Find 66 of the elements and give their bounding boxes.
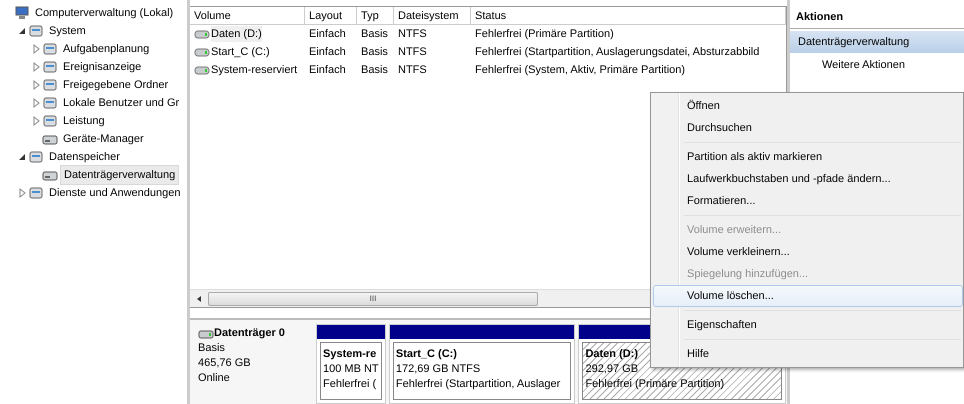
table-cell: Einfach	[309, 46, 346, 58]
volume-name[interactable]: Start_C (C:)	[211, 44, 270, 60]
tree-item[interactable]: Lokale Benutzer und Gr	[60, 94, 182, 112]
grip-marks: III	[370, 292, 376, 304]
menu-item[interactable]: Volume löschen...	[653, 285, 963, 307]
table-cell: Basis	[361, 46, 388, 58]
menu-item[interactable]: Formatieren...	[653, 190, 963, 212]
partition-name: System-re	[323, 347, 376, 362]
table-cell: Basis	[361, 28, 388, 40]
disk-label-panel[interactable]: Datenträger 0 Basis 465,76 GB Online	[190, 320, 314, 404]
menu-item[interactable]: Öffnen	[653, 95, 963, 117]
computer-icon	[14, 5, 30, 21]
column-header[interactable]: Dateisystem	[394, 7, 471, 24]
tree-item[interactable]: Ereignisanzeige	[60, 58, 144, 76]
volume-name[interactable]: System-reserviert	[211, 62, 298, 78]
disk-status: Online	[198, 371, 231, 386]
drive-icon	[194, 47, 210, 57]
drive-icon	[194, 29, 210, 39]
tree-item[interactable]: Computerverwaltung (Lokal)	[32, 4, 176, 22]
menu-item[interactable]: Durchsuchen	[653, 117, 963, 139]
action-link[interactable]: Weitere Aktionen	[822, 59, 905, 71]
partition-box[interactable]: System-re 100 MB NT Fehlerfrei (	[320, 342, 382, 400]
tree-item[interactable]: Geräte-Manager	[60, 130, 147, 148]
table-cell: NTFS	[398, 64, 427, 76]
partition-status: Fehlerfrei (Startpartition, Auslager	[396, 377, 560, 392]
tree-item[interactable]: System	[46, 22, 89, 40]
partition-status: Fehlerfrei (Primäre Partition)	[585, 377, 724, 392]
tree-item[interactable]: Datenträgerverwaltung	[60, 164, 180, 186]
scrollbar-thumb[interactable]: III	[208, 292, 538, 306]
tree-item[interactable]: Freigegebene Ordner	[60, 76, 172, 94]
menu-item[interactable]: Volume verkleinern...	[653, 241, 963, 263]
partition-header-bar	[317, 325, 385, 339]
partition-size: 172,69 GB NTFS	[396, 362, 480, 377]
table-cell: Einfach	[309, 28, 346, 40]
tree-item[interactable]: Leistung	[60, 112, 108, 130]
table-cell: Fehlerfrei (Primäre Partition)	[475, 28, 614, 40]
tree-item[interactable]: Dienste und Anwendungen	[46, 184, 184, 202]
table-cell: Einfach	[309, 64, 346, 76]
disk-size: 465,76 GB	[198, 356, 252, 371]
partition-box[interactable]: Start_C (C:) 172,69 GB NTFS Fehlerfrei (Startpartition, Auslager	[392, 342, 572, 400]
partition-size: 100 MB NT	[323, 362, 379, 377]
menu-item[interactable]: Partition als aktiv markieren	[653, 146, 963, 168]
partition-size: 292,97 GB	[585, 362, 638, 377]
volume-name[interactable]: Daten (D:)	[211, 26, 262, 42]
drive-icon	[198, 328, 214, 338]
column-header[interactable]: Status	[471, 7, 786, 24]
tree-item[interactable]: Datenspeicher	[46, 148, 123, 166]
tree-item[interactable]: Aufgabenplanung	[60, 40, 152, 58]
disk-type: Basis	[198, 341, 226, 356]
actions-section[interactable]: Datenträgerverwaltung	[790, 30, 964, 53]
partition-status: Fehlerfrei (	[323, 377, 376, 392]
disk-name: Datenträger 0	[214, 326, 285, 341]
column-header[interactable]: Typ	[357, 7, 394, 24]
column-header[interactable]: Volume	[190, 7, 305, 24]
drive-icon	[194, 65, 210, 75]
table-cell: Basis	[361, 64, 388, 76]
table-cell: NTFS	[398, 46, 427, 58]
actions-header: Aktionen	[790, 0, 964, 28]
table-cell: Fehlerfrei (System, Aktiv, Primäre Partition)	[475, 64, 686, 76]
table-cell: Fehlerfrei (Startpartition, Auslagerungsdatei, Absturzabbild	[475, 46, 760, 58]
table-cell: NTFS	[398, 28, 427, 40]
partition-name: Start_C (C:)	[396, 347, 457, 362]
menu-item[interactable]: Eigenschaften	[653, 314, 963, 336]
partition-name: Daten (D:)	[585, 347, 638, 362]
menu-item[interactable]: Laufwerkbuchstaben und -pfade ändern...	[653, 168, 963, 190]
column-header[interactable]: Layout	[305, 7, 357, 24]
